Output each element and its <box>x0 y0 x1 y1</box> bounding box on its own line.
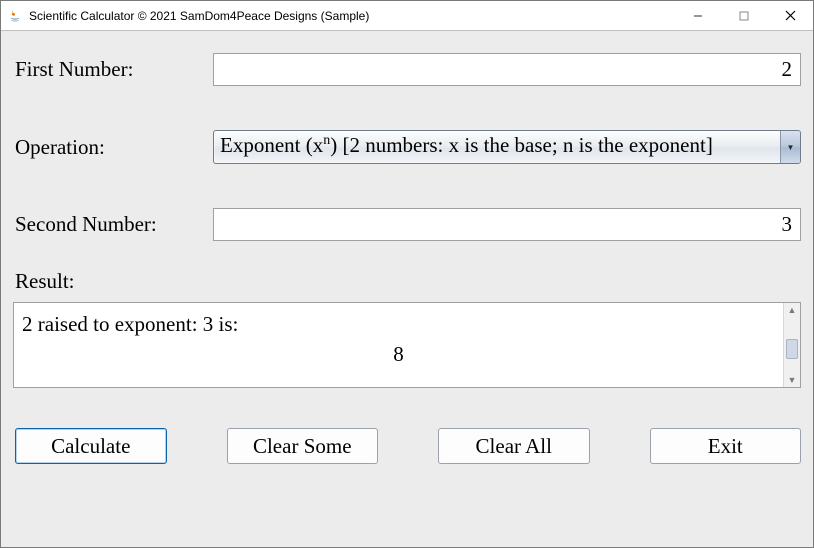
first-number-label: First Number: <box>13 57 213 82</box>
content-panel: First Number: Operation: Exponent (xn) [… <box>1 31 813 547</box>
clear-some-button[interactable]: Clear Some <box>227 428 379 464</box>
titlebar: Scientific Calculator © 2021 SamDom4Peac… <box>1 1 813 31</box>
first-number-row: First Number: <box>13 53 801 86</box>
result-label: Result: <box>13 269 801 294</box>
result-line-1: 2 raised to exponent: 3 is: <box>22 309 775 339</box>
scroll-thumb[interactable] <box>786 339 798 359</box>
window-controls <box>675 1 813 30</box>
calculate-button[interactable]: Calculate <box>15 428 167 464</box>
second-number-row: Second Number: <box>13 208 801 241</box>
button-row: Calculate Clear Some Clear All Exit <box>13 428 801 464</box>
result-area: 2 raised to exponent: 3 is: 8 ▲ ▼ <box>13 302 801 388</box>
operation-select[interactable]: Exponent (xn) [2 numbers: x is the base;… <box>213 130 801 164</box>
clear-all-button[interactable]: Clear All <box>438 428 590 464</box>
close-button[interactable] <box>767 1 813 30</box>
exit-button[interactable]: Exit <box>650 428 802 464</box>
minimize-button[interactable] <box>675 1 721 30</box>
vertical-scrollbar[interactable]: ▲ ▼ <box>783 303 800 387</box>
operation-selected-text: Exponent (xn) [2 numbers: x is the base;… <box>214 131 780 163</box>
first-number-input[interactable] <box>213 53 801 86</box>
result-text[interactable]: 2 raised to exponent: 3 is: 8 <box>14 303 783 387</box>
operation-label: Operation: <box>13 135 213 160</box>
chevron-down-icon: ▼ <box>780 131 800 163</box>
maximize-button[interactable] <box>721 1 767 30</box>
second-number-label: Second Number: <box>13 212 213 237</box>
scroll-up-icon: ▲ <box>788 305 797 315</box>
second-number-input[interactable] <box>213 208 801 241</box>
scroll-down-icon: ▼ <box>788 375 797 385</box>
app-window: Scientific Calculator © 2021 SamDom4Peac… <box>0 0 814 548</box>
operation-row: Operation: Exponent (xn) [2 numbers: x i… <box>13 130 801 164</box>
result-line-2: 8 <box>22 339 775 369</box>
window-title: Scientific Calculator © 2021 SamDom4Peac… <box>29 9 369 23</box>
java-icon <box>7 8 23 24</box>
